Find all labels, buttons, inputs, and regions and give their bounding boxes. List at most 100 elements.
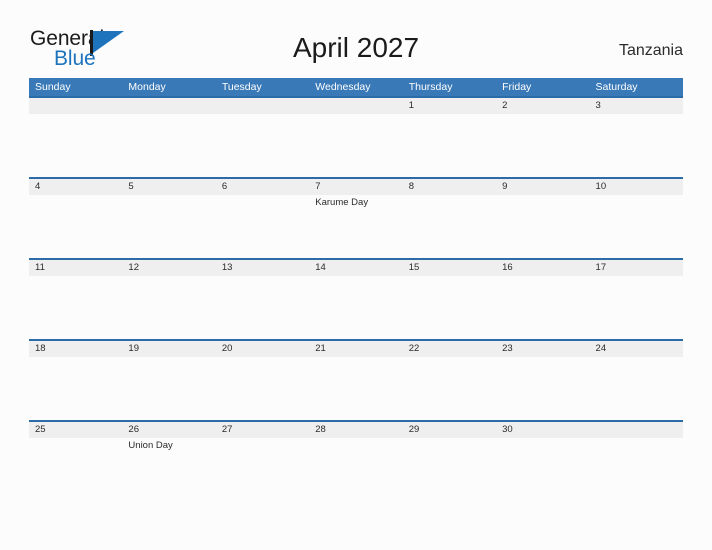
calendar-page: General Blue April 2027 Tanzania Sunday … xyxy=(0,0,712,550)
weekday-monday: Monday xyxy=(128,81,166,93)
week-row: 4 5 6 7 Karume Day 8 9 10 xyxy=(29,177,683,258)
day-cell[interactable]: 16 xyxy=(496,260,589,339)
weekday-tuesday: Tuesday xyxy=(221,81,262,93)
day-number: 30 xyxy=(502,424,513,435)
day-number xyxy=(128,98,215,114)
day-number: 3 xyxy=(595,100,601,111)
day-number: 22 xyxy=(408,343,420,354)
day-event xyxy=(315,276,402,277)
day-event xyxy=(596,195,683,196)
day-number: 6 xyxy=(221,181,228,192)
day-number: 2 xyxy=(502,100,508,111)
weekday-header-row: Sunday Monday Tuesday Wednesday Thursday… xyxy=(29,78,683,96)
day-cell[interactable]: 10 xyxy=(590,179,683,258)
day-event xyxy=(128,195,215,196)
week-row: 1 2 3 xyxy=(29,96,683,177)
day-event xyxy=(409,195,496,196)
day-number: 29 xyxy=(408,424,420,435)
day-event xyxy=(35,357,122,358)
day-number: 24 xyxy=(595,343,607,354)
day-number: 1 xyxy=(408,100,414,111)
day-cell[interactable]: 11 xyxy=(29,260,122,339)
day-event xyxy=(35,195,122,196)
day-event xyxy=(409,438,496,439)
day-event xyxy=(596,276,683,277)
day-cell[interactable]: 18 xyxy=(29,341,122,420)
day-number: 8 xyxy=(408,181,414,192)
day-cell[interactable]: 19 xyxy=(122,341,215,420)
day-event xyxy=(502,276,589,277)
weekday-thursday: Thursday xyxy=(408,81,453,93)
day-cell[interactable]: 30 xyxy=(496,422,589,501)
day-cell[interactable]: 21 xyxy=(309,341,402,420)
day-number: 23 xyxy=(502,343,513,354)
day-cell[interactable] xyxy=(29,98,122,177)
day-cell[interactable]: 6 xyxy=(216,179,309,258)
weekday-wednesday: Wednesday xyxy=(315,81,371,93)
day-cell[interactable]: 20 xyxy=(216,341,309,420)
day-number: 17 xyxy=(595,262,607,273)
day-cell[interactable]: 28 xyxy=(309,422,402,501)
day-event xyxy=(128,357,215,358)
day-event xyxy=(596,357,683,358)
day-cell[interactable]: 1 xyxy=(403,98,496,177)
day-number: 16 xyxy=(502,262,513,273)
day-number xyxy=(222,98,309,114)
page-header: General Blue April 2027 Tanzania xyxy=(0,0,712,76)
day-number: 18 xyxy=(35,343,46,354)
week-row: 11 12 13 14 15 16 17 xyxy=(29,258,683,339)
day-number: 13 xyxy=(221,262,233,273)
day-number: 9 xyxy=(502,181,508,192)
day-event: Karume Day xyxy=(315,197,369,208)
day-cell[interactable]: 13 xyxy=(216,260,309,339)
day-cell[interactable]: 17 xyxy=(590,260,683,339)
day-cell[interactable]: 26 Union Day xyxy=(122,422,215,501)
day-cell[interactable]: 14 xyxy=(309,260,402,339)
day-cell[interactable] xyxy=(590,422,683,501)
day-number: 27 xyxy=(221,424,233,435)
day-cell[interactable]: 22 xyxy=(403,341,496,420)
day-cell[interactable]: 24 xyxy=(590,341,683,420)
day-event xyxy=(222,114,309,115)
weekday-friday: Friday xyxy=(502,81,532,93)
day-event xyxy=(222,195,309,196)
day-number xyxy=(35,98,122,114)
day-number: 12 xyxy=(128,262,139,273)
day-cell[interactable]: 8 xyxy=(403,179,496,258)
day-number: 14 xyxy=(315,262,326,273)
day-cell[interactable]: 3 xyxy=(590,98,683,177)
day-cell[interactable]: 25 xyxy=(29,422,122,501)
day-cell[interactable] xyxy=(216,98,309,177)
day-cell[interactable]: 2 xyxy=(496,98,589,177)
day-number: 25 xyxy=(35,424,46,435)
day-number: 5 xyxy=(128,181,134,192)
day-event xyxy=(315,438,402,439)
day-cell[interactable]: 5 xyxy=(122,179,215,258)
day-cell[interactable]: 4 xyxy=(29,179,122,258)
week-row: 18 19 20 21 22 23 24 xyxy=(29,339,683,420)
day-cell[interactable] xyxy=(309,98,402,177)
day-number: 20 xyxy=(221,343,233,354)
day-event xyxy=(35,438,122,439)
day-event xyxy=(222,357,309,358)
day-event xyxy=(502,438,589,439)
day-event xyxy=(35,114,122,115)
weekday-sunday: Sunday xyxy=(35,81,71,93)
day-cell[interactable]: 23 xyxy=(496,341,589,420)
day-event xyxy=(315,114,402,115)
day-event xyxy=(222,438,309,439)
week-row: 25 26 Union Day 27 28 29 30 xyxy=(29,420,683,501)
day-event xyxy=(409,357,496,358)
day-cell[interactable]: 9 xyxy=(496,179,589,258)
day-cell[interactable]: 12 xyxy=(122,260,215,339)
calendar-grid: Sunday Monday Tuesday Wednesday Thursday… xyxy=(29,78,683,501)
day-event xyxy=(502,195,589,196)
day-cell[interactable]: 15 xyxy=(403,260,496,339)
country-label: Tanzania xyxy=(618,42,683,59)
day-cell[interactable] xyxy=(122,98,215,177)
day-cell[interactable]: 27 xyxy=(216,422,309,501)
day-cell[interactable]: 7 Karume Day xyxy=(309,179,402,258)
day-cell[interactable]: 29 xyxy=(403,422,496,501)
day-number: 28 xyxy=(315,424,326,435)
day-event xyxy=(222,276,309,277)
